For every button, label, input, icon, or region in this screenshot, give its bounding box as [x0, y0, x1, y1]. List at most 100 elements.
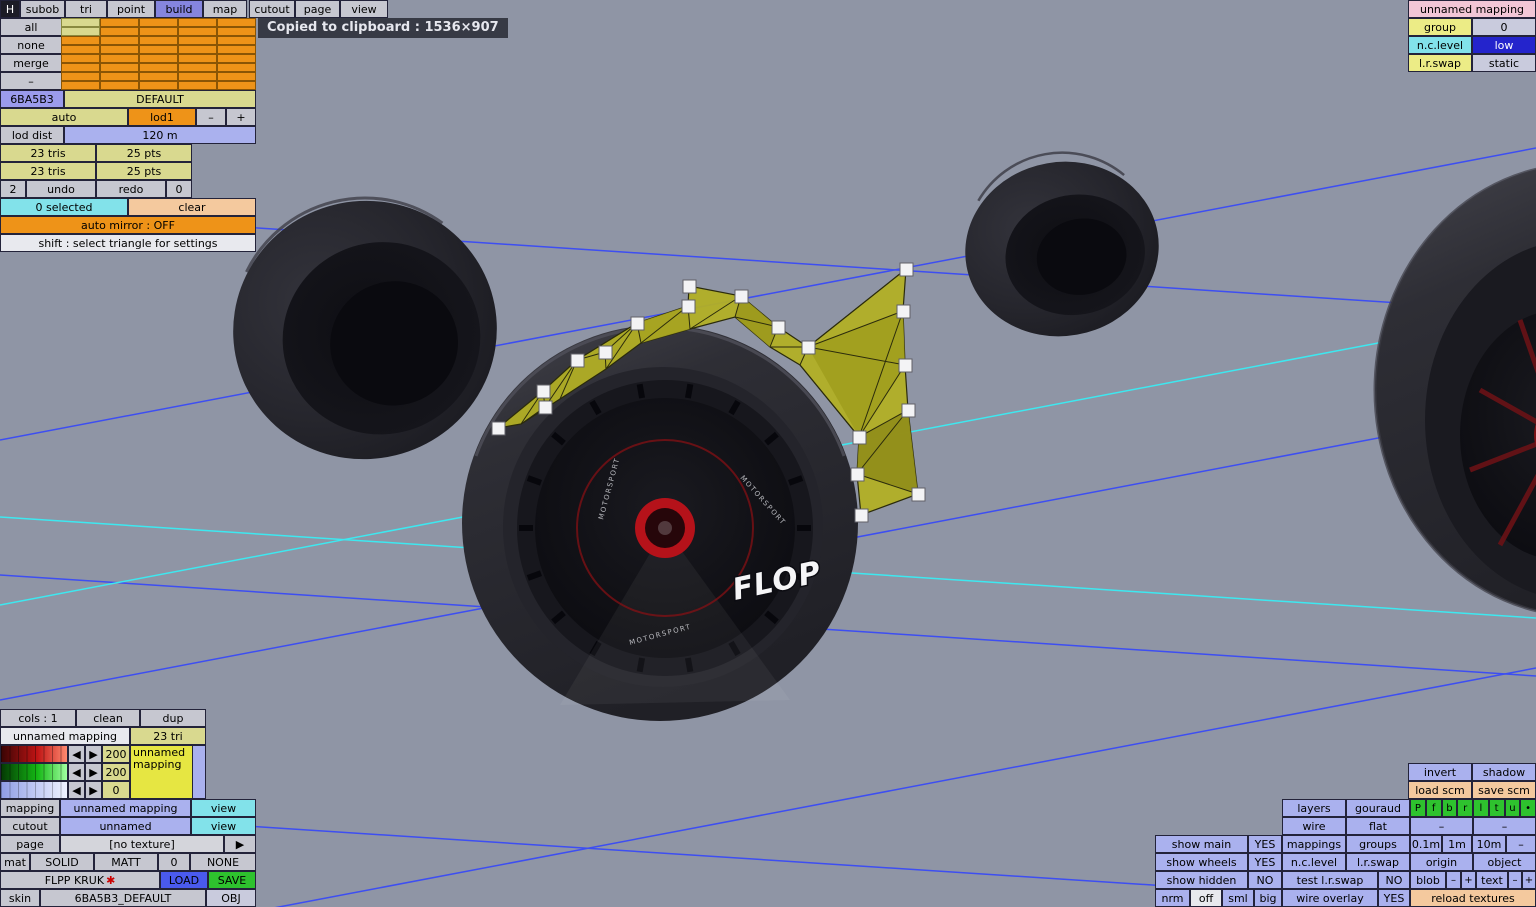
toggle-t-button[interactable]: t [1488, 799, 1505, 817]
palette-cell[interactable] [100, 54, 139, 63]
vertex-handle[interactable] [570, 353, 585, 368]
toggle-dot-button[interactable]: • [1520, 799, 1536, 817]
vertex-handle[interactable] [899, 262, 914, 277]
palette-cell[interactable] [178, 72, 217, 81]
arrow-right-icon[interactable]: ▶ [85, 781, 102, 799]
arrow-right-icon[interactable]: ▶ [85, 763, 102, 781]
palette-cell[interactable] [61, 72, 100, 81]
object-id-button[interactable]: 6BA5B3 [0, 90, 64, 108]
mapping-value[interactable]: unnamed mapping [60, 799, 191, 817]
lod-minus-button[interactable]: – [196, 108, 226, 126]
palette-cell[interactable] [178, 18, 217, 27]
palette-cell[interactable] [100, 72, 139, 81]
palette-cell[interactable] [100, 45, 139, 54]
vertex-handle[interactable] [491, 421, 506, 436]
flat-button[interactable]: flat [1346, 817, 1410, 835]
palette-cell[interactable] [139, 18, 178, 27]
vertex-handle[interactable] [536, 384, 551, 399]
toggle-f-button[interactable]: f [1425, 799, 1442, 817]
green-channel-bar[interactable] [0, 763, 68, 781]
palette-cell[interactable] [139, 36, 178, 45]
toggle-b-button[interactable]: b [1441, 799, 1458, 817]
arrow-left-icon[interactable]: ◀ [68, 763, 85, 781]
red-channel-value[interactable]: 200 [102, 745, 130, 763]
obj-button[interactable]: OBJ [206, 889, 256, 907]
palette-cell[interactable] [139, 54, 178, 63]
wheel-main[interactable]: MOTORSPORT MOTORSPORT MOTORSPORT FLOP [462, 325, 858, 721]
toggle-l-button[interactable]: l [1473, 799, 1489, 817]
mapping-name[interactable]: unnamed mapping [0, 727, 130, 745]
vertex-handle[interactable] [734, 289, 749, 304]
text-minus-button[interactable]: – [1508, 871, 1522, 889]
show-hidden-toggle[interactable]: show hidden [1155, 871, 1248, 889]
palette-cell[interactable] [178, 27, 217, 36]
mat-number[interactable]: 0 [158, 853, 190, 871]
palette-cell[interactable] [139, 72, 178, 81]
shadow-button[interactable]: shadow [1472, 763, 1536, 781]
undo-button[interactable]: undo [26, 180, 96, 198]
cols-button[interactable]: cols : 1 [0, 709, 76, 727]
palette-cell[interactable] [100, 63, 139, 72]
layers-button[interactable]: layers [1282, 799, 1346, 817]
red-channel-bar[interactable] [0, 745, 68, 763]
palette-cell[interactable] [61, 63, 100, 72]
palette-cell[interactable] [61, 36, 100, 45]
palette-cell[interactable] [61, 81, 100, 90]
show-hidden-value[interactable]: NO [1248, 871, 1282, 889]
palette-cell[interactable] [100, 81, 139, 90]
vertex-handle[interactable] [852, 430, 867, 445]
wire-button[interactable]: wire [1282, 817, 1346, 835]
tab-point[interactable]: point [107, 0, 155, 18]
merge-button[interactable]: merge [0, 54, 62, 72]
vertex-handle[interactable] [630, 316, 645, 331]
grid-10m-button[interactable]: 10m [1472, 835, 1506, 853]
nc-level-value[interactable]: low [1472, 36, 1536, 54]
vertex-handle[interactable] [901, 403, 916, 418]
mapping-list-item[interactable]: unnamed mapping [130, 745, 193, 799]
grid-1m-button[interactable]: 1m [1442, 835, 1472, 853]
palette-cell[interactable] [217, 81, 256, 90]
object-button[interactable]: object [1473, 853, 1536, 871]
dash-button[interactable]: – [1473, 817, 1536, 835]
arrow-right-icon[interactable]: ▶ [85, 745, 102, 763]
vertex-handle[interactable] [771, 320, 786, 335]
mapping-list-scrollbar[interactable] [192, 745, 206, 799]
auto-button[interactable]: auto [0, 108, 128, 126]
nrm-sml-button[interactable]: sml [1222, 889, 1254, 907]
palette-cell[interactable] [217, 36, 256, 45]
group-value[interactable]: 0 [1472, 18, 1536, 36]
vertex-handle[interactable] [850, 467, 865, 482]
toggle-r-button[interactable]: r [1457, 799, 1473, 817]
cutout-value[interactable]: unnamed [60, 817, 191, 835]
palette-cell[interactable] [139, 81, 178, 90]
palette-cell[interactable] [178, 81, 217, 90]
load-button[interactable]: LOAD [160, 871, 208, 889]
wire-overlay-toggle[interactable]: wire overlay [1282, 889, 1378, 907]
text-button[interactable]: text [1476, 871, 1508, 889]
select-none-button[interactable]: none [0, 36, 62, 54]
text-plus-button[interactable]: + [1522, 871, 1536, 889]
palette-cell[interactable] [100, 27, 139, 36]
grid-01m-button[interactable]: 0.1m [1410, 835, 1442, 853]
mapping-view-button[interactable]: view [191, 799, 256, 817]
solid-button[interactable]: SOLID [30, 853, 94, 871]
test-lr-swap-value[interactable]: NO [1378, 871, 1410, 889]
nc-level-button[interactable]: n.c.level [1282, 853, 1346, 871]
lr-swap-button[interactable]: l.r.swap [1346, 853, 1410, 871]
palette-cell[interactable] [217, 27, 256, 36]
cutout-view-button[interactable]: view [191, 817, 256, 835]
wire-overlay-value[interactable]: YES [1378, 889, 1410, 907]
blue-channel-bar[interactable] [0, 781, 68, 799]
lod1-button[interactable]: lod1 [128, 108, 196, 126]
lod-dist-value[interactable]: 120 m [64, 126, 256, 144]
nrm-big-button[interactable]: big [1254, 889, 1282, 907]
file-name[interactable]: FLPP KRUK ✱ [0, 871, 160, 889]
vertex-handle[interactable] [898, 358, 913, 373]
tab-build[interactable]: build [155, 0, 203, 18]
dash-button[interactable]: – [0, 72, 62, 90]
auto-mirror-toggle[interactable]: auto mirror : OFF [0, 216, 256, 234]
show-main-toggle[interactable]: show main [1155, 835, 1248, 853]
blob-minus-button[interactable]: – [1446, 871, 1461, 889]
preset-default-button[interactable]: DEFAULT [64, 90, 256, 108]
test-lr-swap-button[interactable]: test l.r.swap [1282, 871, 1378, 889]
